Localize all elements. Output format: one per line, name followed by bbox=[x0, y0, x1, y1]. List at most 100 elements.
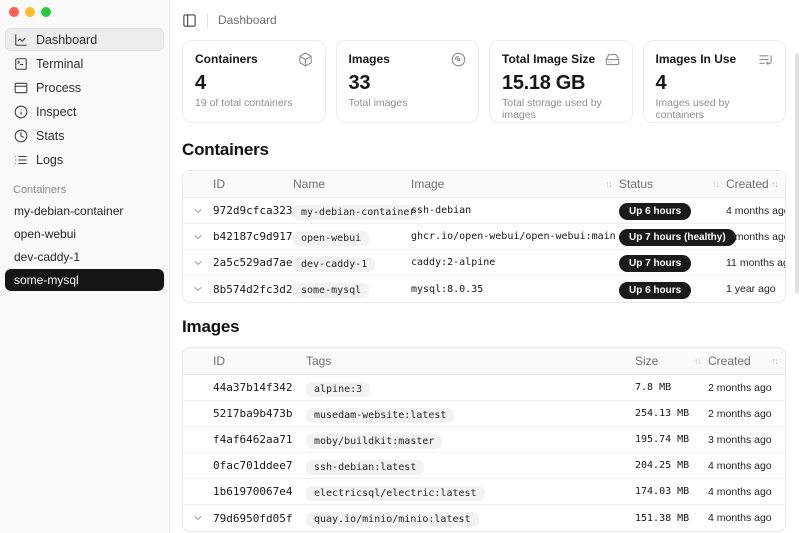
disc-icon bbox=[451, 52, 466, 67]
table-row[interactable]: 0fac701ddee7ssh-debian:latest204.25 MB4 … bbox=[183, 453, 785, 479]
sort-icon[interactable]: ↑↓ bbox=[712, 179, 726, 189]
table-row[interactable]: 44a37b14f342alpine:37.8 MB2 months ago bbox=[183, 375, 785, 401]
sidebar-container-open-webui[interactable]: open-webui bbox=[5, 223, 164, 245]
card-title: Containers bbox=[195, 52, 258, 66]
table-row[interactable]: 5217ba9b473bmusedam-website:latest254.13… bbox=[183, 401, 785, 427]
sidebar-item-label: Logs bbox=[36, 153, 63, 167]
sidebar-item-label: Terminal bbox=[36, 57, 83, 71]
minimize-button[interactable] bbox=[25, 7, 35, 17]
container-image: ghcr.io/open-webui/open-webui:main bbox=[411, 231, 619, 242]
image-tag-badge: quay.io/minio/minio:latest bbox=[306, 512, 479, 527]
column-header-status: Status bbox=[619, 177, 653, 191]
scrollbar-thumb[interactable] bbox=[795, 53, 799, 293]
table-row[interactable]: 79d6950fd05fquay.io/minio/minio:latest15… bbox=[183, 505, 785, 531]
window-controls bbox=[0, 0, 169, 17]
image-id: f4af6462aa71 bbox=[213, 433, 306, 446]
row-expand-toggle[interactable] bbox=[183, 283, 213, 295]
chevron-down-icon bbox=[192, 283, 204, 295]
image-tag-badge: musedam-website:latest bbox=[306, 408, 454, 423]
card-value: 4 bbox=[195, 72, 313, 95]
sidebar-item-stats[interactable]: Stats bbox=[5, 124, 164, 147]
stat-cards: Containers419 of total containersImages3… bbox=[182, 40, 786, 123]
sidebar-toggle-button[interactable] bbox=[182, 13, 197, 28]
images-table: IDTagsSize↑↓Created↑↓44a37b14f342alpine:… bbox=[182, 347, 786, 532]
container-id: 972d9cfca323 bbox=[213, 204, 293, 217]
table-row[interactable]: f4af6462aa71moby/buildkit:master195.74 M… bbox=[183, 427, 785, 453]
row-expand-toggle[interactable] bbox=[183, 231, 213, 243]
info-icon bbox=[14, 105, 28, 119]
table-header-row: IDNameImage↑↓Status↑↓Created↑↓ bbox=[183, 171, 785, 198]
sort-icon[interactable]: ↑↓ bbox=[771, 179, 785, 189]
table-row[interactable]: 2a5c529ad7aedev-caddy-1caddy:2-alpineUp … bbox=[183, 250, 785, 276]
image-tag-badge: moby/buildkit:master bbox=[306, 434, 442, 449]
chevron-down-icon bbox=[192, 257, 204, 269]
chevron-down-icon bbox=[192, 205, 204, 217]
status-badge: Up 7 hours (healthy) bbox=[619, 229, 736, 246]
container-label: dev-caddy-1 bbox=[14, 250, 80, 264]
container-label: some-mysql bbox=[14, 273, 79, 287]
sort-icon[interactable]: ↑↓ bbox=[771, 356, 785, 366]
row-expand-toggle[interactable] bbox=[183, 257, 213, 269]
containers-section-title: Containers bbox=[182, 140, 786, 160]
row-expand-toggle[interactable] bbox=[183, 205, 213, 217]
sidebar-section-label: Containers bbox=[0, 171, 169, 200]
image-id: 44a37b14f342 bbox=[213, 381, 306, 394]
container-image: mysql:8.0.35 bbox=[411, 284, 619, 295]
stat-card-images: Images33Total images bbox=[336, 40, 480, 123]
sidebar-item-label: Stats bbox=[36, 129, 65, 143]
image-size: 254.13 MB bbox=[635, 408, 708, 419]
image-size: 7.8 MB bbox=[635, 382, 708, 393]
container-name-badge: dev-caddy-1 bbox=[293, 257, 375, 272]
table-row[interactable]: 8b574d2fc3d2some-mysqlmysql:8.0.35Up 6 h… bbox=[183, 276, 785, 302]
stat-card-containers: Containers 4 19 of total containers bbox=[182, 40, 326, 123]
container-name-badge: some-mysql bbox=[293, 283, 369, 298]
sidebar-item-logs[interactable]: Logs bbox=[5, 148, 164, 171]
sidebar-item-dashboard[interactable]: Dashboard bbox=[5, 28, 164, 51]
card-subtitle: Total images bbox=[349, 97, 467, 109]
column-header-created: Created bbox=[726, 177, 769, 191]
image-created: 4 months ago bbox=[708, 460, 785, 472]
panel-left-icon bbox=[182, 13, 197, 28]
column-header-id: ID bbox=[213, 177, 293, 191]
image-size: 174.03 MB bbox=[635, 486, 708, 497]
image-size: 204.25 MB bbox=[635, 460, 708, 471]
sidebar-container-my-debian-container[interactable]: my-debian-container bbox=[5, 200, 164, 222]
sidebar-item-terminal[interactable]: Terminal bbox=[5, 52, 164, 75]
sidebar-container-dev-caddy-1[interactable]: dev-caddy-1 bbox=[5, 246, 164, 268]
zoom-button[interactable] bbox=[41, 7, 51, 17]
chevron-down-icon bbox=[192, 231, 204, 243]
column-header-size: Size bbox=[635, 354, 658, 368]
card-value: 33 bbox=[349, 72, 467, 95]
container-name-badge: my-debian-container bbox=[293, 205, 423, 220]
table-row[interactable]: 972d9cfca323my-debian-containerssh-debia… bbox=[183, 198, 785, 224]
table-row[interactable]: b42187c9d917open-webuighcr.io/open-webui… bbox=[183, 224, 785, 250]
sort-icon[interactable]: ↑↓ bbox=[694, 356, 708, 366]
breadcrumb: Dashboard bbox=[218, 13, 277, 27]
card-subtitle: 19 of total containers bbox=[195, 97, 313, 109]
package-icon bbox=[298, 52, 313, 67]
stat-card-images-in-use: Images In Use4Images used by containers bbox=[643, 40, 787, 123]
card-title: Images In Use bbox=[656, 52, 737, 66]
image-id: 79d6950fd05f bbox=[213, 512, 306, 525]
card-subtitle: Total storage used by images bbox=[502, 97, 620, 121]
close-button[interactable] bbox=[9, 7, 19, 17]
container-label: my-debian-container bbox=[14, 204, 123, 218]
hard-drive-icon bbox=[605, 52, 620, 67]
image-created: 3 months ago bbox=[708, 434, 785, 446]
topbar-divider bbox=[207, 13, 208, 28]
sidebar-container-some-mysql[interactable]: some-mysql bbox=[5, 269, 164, 291]
image-created: 4 months ago bbox=[708, 512, 785, 524]
table-row[interactable]: 1b61970067e4electricsql/electric:latest1… bbox=[183, 479, 785, 505]
column-header-id: ID bbox=[213, 354, 306, 368]
sidebar-nav: Dashboard Terminal ProcessInspect Stats Logs bbox=[0, 17, 169, 171]
container-image: ssh-debian bbox=[411, 205, 619, 216]
image-created: 2 months ago bbox=[708, 382, 785, 394]
sidebar-item-inspect[interactable]: Inspect bbox=[5, 100, 164, 123]
topbar: Dashboard bbox=[182, 0, 786, 40]
containers-table: IDNameImage↑↓Status↑↓Created↑↓972d9cfca3… bbox=[182, 170, 786, 303]
sort-icon[interactable]: ↑↓ bbox=[605, 179, 619, 189]
clock-icon bbox=[14, 129, 28, 143]
sidebar-item-process[interactable]: Process bbox=[5, 76, 164, 99]
row-expand-toggle[interactable] bbox=[183, 512, 213, 524]
card-title: Total Image Size bbox=[502, 52, 595, 66]
